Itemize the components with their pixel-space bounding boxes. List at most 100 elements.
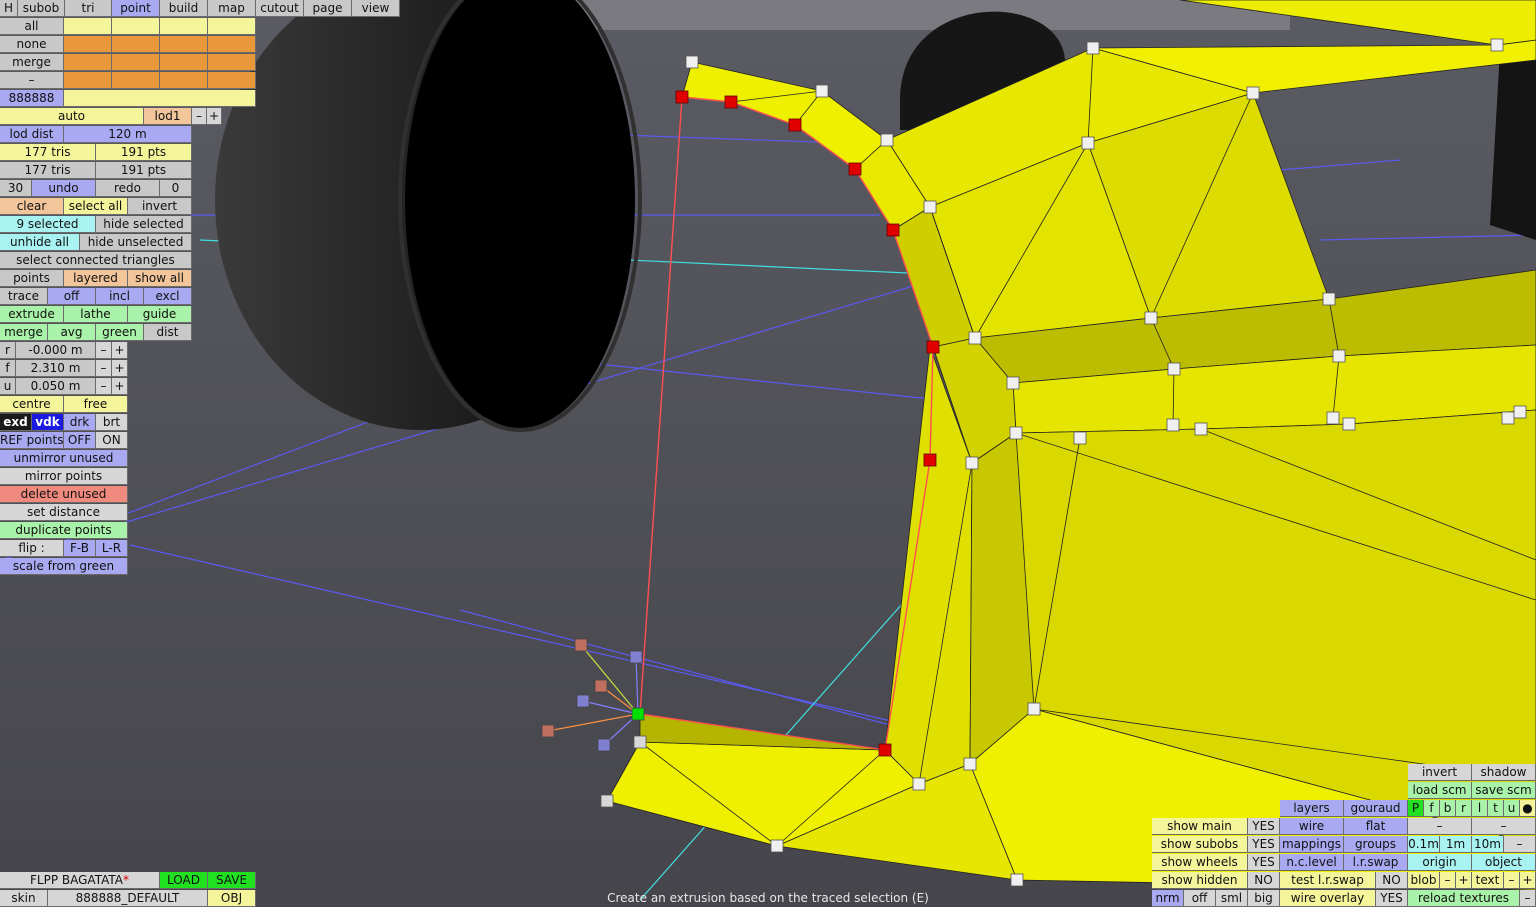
- duplicate-points-button[interactable]: duplicate points: [0, 522, 128, 539]
- flip-lr-button[interactable]: L-R: [96, 540, 128, 557]
- lod-minus-button[interactable]: –: [192, 108, 207, 125]
- show-main-label[interactable]: show main: [1152, 818, 1248, 835]
- shade-vdk-button[interactable]: vdk: [32, 414, 64, 431]
- color-hex-field[interactable]: 888888: [0, 90, 64, 107]
- load-scm-button[interactable]: load scm: [1408, 782, 1472, 799]
- layer-swatch[interactable]: [160, 72, 208, 89]
- show-subobs-value[interactable]: YES: [1248, 836, 1280, 853]
- flag-b[interactable]: b: [1440, 800, 1456, 817]
- mirror-points-button[interactable]: mirror points: [0, 468, 128, 485]
- shadow-button[interactable]: shadow: [1472, 764, 1536, 781]
- coord-f-plus[interactable]: +: [112, 360, 128, 377]
- grid-10m-button[interactable]: 10m: [1472, 836, 1504, 853]
- view-dash-1[interactable]: –: [1408, 818, 1472, 835]
- free-button[interactable]: free: [64, 396, 128, 413]
- layer-dash-button[interactable]: –: [0, 72, 64, 89]
- ref-points-off[interactable]: OFF: [64, 432, 96, 449]
- flip-fb-button[interactable]: F-B: [64, 540, 96, 557]
- flag-dot-icon[interactable]: ●: [1520, 800, 1536, 817]
- invert-view-button[interactable]: invert: [1408, 764, 1472, 781]
- test-lr-swap-value[interactable]: NO: [1376, 872, 1408, 889]
- object-button[interactable]: object: [1472, 854, 1536, 871]
- merge-green-button[interactable]: green: [96, 324, 144, 341]
- reload-textures-button[interactable]: reload textures: [1408, 890, 1520, 907]
- layer-swatch[interactable]: [64, 36, 112, 53]
- layer-swatch[interactable]: [208, 54, 256, 71]
- text-button[interactable]: text: [1472, 872, 1504, 889]
- merge-layers-button[interactable]: merge: [0, 54, 64, 71]
- lod-dist-value[interactable]: 120 m: [64, 126, 192, 143]
- layer-swatch[interactable]: [160, 54, 208, 71]
- coord-r-value[interactable]: -0.000 m: [16, 342, 96, 359]
- test-lr-swap-button[interactable]: test l.r.swap: [1280, 872, 1376, 889]
- guide-button[interactable]: guide: [128, 306, 192, 323]
- flag-f[interactable]: f: [1424, 800, 1440, 817]
- delete-unused-button[interactable]: delete unused: [0, 486, 128, 503]
- flag-l[interactable]: l: [1472, 800, 1488, 817]
- save-scm-button[interactable]: save scm: [1472, 782, 1536, 799]
- reload-minus[interactable]: –: [1520, 890, 1536, 907]
- show-hidden-label[interactable]: show hidden: [1152, 872, 1248, 889]
- select-all-layers-button[interactable]: all: [0, 18, 64, 35]
- layer-swatch[interactable]: [208, 72, 256, 89]
- grid-01m-button[interactable]: 0.1m: [1408, 836, 1440, 853]
- layered-button[interactable]: layered: [64, 270, 128, 287]
- centre-button[interactable]: centre: [0, 396, 64, 413]
- coord-u-plus[interactable]: +: [112, 378, 128, 395]
- flag-u[interactable]: u: [1504, 800, 1520, 817]
- layer-swatch[interactable]: [112, 54, 160, 71]
- flat-button[interactable]: flat: [1344, 818, 1408, 835]
- normals-off[interactable]: off: [1184, 890, 1216, 907]
- select-connected-button[interactable]: select connected triangles: [0, 252, 192, 269]
- lod-dist-label[interactable]: lod dist: [0, 126, 64, 143]
- layer-swatch[interactable]: [64, 54, 112, 71]
- extrude-button[interactable]: extrude: [0, 306, 64, 323]
- lathe-button[interactable]: lathe: [64, 306, 128, 323]
- coord-f-value[interactable]: 2.310 m: [16, 360, 96, 377]
- coord-u-minus[interactable]: –: [96, 378, 112, 395]
- blob-button[interactable]: blob: [1408, 872, 1440, 889]
- lod-name[interactable]: lod1: [144, 108, 192, 125]
- shade-drk-button[interactable]: drk: [64, 414, 96, 431]
- groups-button[interactable]: groups: [1344, 836, 1408, 853]
- hide-selected-button[interactable]: hide selected: [96, 216, 192, 233]
- menu-build[interactable]: build: [160, 0, 208, 17]
- flag-t[interactable]: t: [1488, 800, 1504, 817]
- normals-sml[interactable]: sml: [1216, 890, 1248, 907]
- menu-map[interactable]: map: [208, 0, 256, 17]
- shade-brt-button[interactable]: brt: [96, 414, 128, 431]
- select-none-layers-button[interactable]: none: [0, 36, 64, 53]
- lod-plus-button[interactable]: +: [207, 108, 222, 125]
- color-preview[interactable]: [64, 90, 256, 107]
- undo-button[interactable]: undo: [32, 180, 96, 197]
- trace-incl-button[interactable]: incl: [96, 288, 144, 305]
- show-wheels-label[interactable]: show wheels: [1152, 854, 1248, 871]
- hide-unselected-button[interactable]: hide unselected: [80, 234, 192, 251]
- redo-button[interactable]: redo: [96, 180, 160, 197]
- trace-excl-button[interactable]: excl: [144, 288, 192, 305]
- load-button[interactable]: LOAD: [160, 872, 208, 889]
- wire-overlay-button[interactable]: wire overlay: [1280, 890, 1376, 907]
- coord-u-value[interactable]: 0.050 m: [16, 378, 96, 395]
- text-plus[interactable]: +: [1520, 872, 1536, 889]
- lod-auto-button[interactable]: auto: [0, 108, 144, 125]
- clear-selection-button[interactable]: clear: [0, 198, 64, 215]
- coord-f-minus[interactable]: –: [96, 360, 112, 377]
- grid-1m-button[interactable]: 1m: [1440, 836, 1472, 853]
- layer-swatch[interactable]: [112, 72, 160, 89]
- show-subobs-label[interactable]: show subobs: [1152, 836, 1248, 853]
- invert-selection-button[interactable]: invert: [128, 198, 192, 215]
- wire-overlay-value[interactable]: YES: [1376, 890, 1408, 907]
- merge-dist-button[interactable]: dist: [144, 324, 192, 341]
- mappings-button[interactable]: mappings: [1280, 836, 1344, 853]
- set-distance-button[interactable]: set distance: [0, 504, 128, 521]
- ref-points-on[interactable]: ON: [96, 432, 128, 449]
- show-all-button[interactable]: show all: [128, 270, 192, 287]
- layer-swatch[interactable]: [208, 36, 256, 53]
- normals-big[interactable]: big: [1248, 890, 1280, 907]
- origin-button[interactable]: origin: [1408, 854, 1472, 871]
- select-all-button[interactable]: select all: [64, 198, 128, 215]
- merge-avg-button[interactable]: avg: [48, 324, 96, 341]
- trace-off-button[interactable]: off: [48, 288, 96, 305]
- layer-swatch[interactable]: [160, 18, 208, 35]
